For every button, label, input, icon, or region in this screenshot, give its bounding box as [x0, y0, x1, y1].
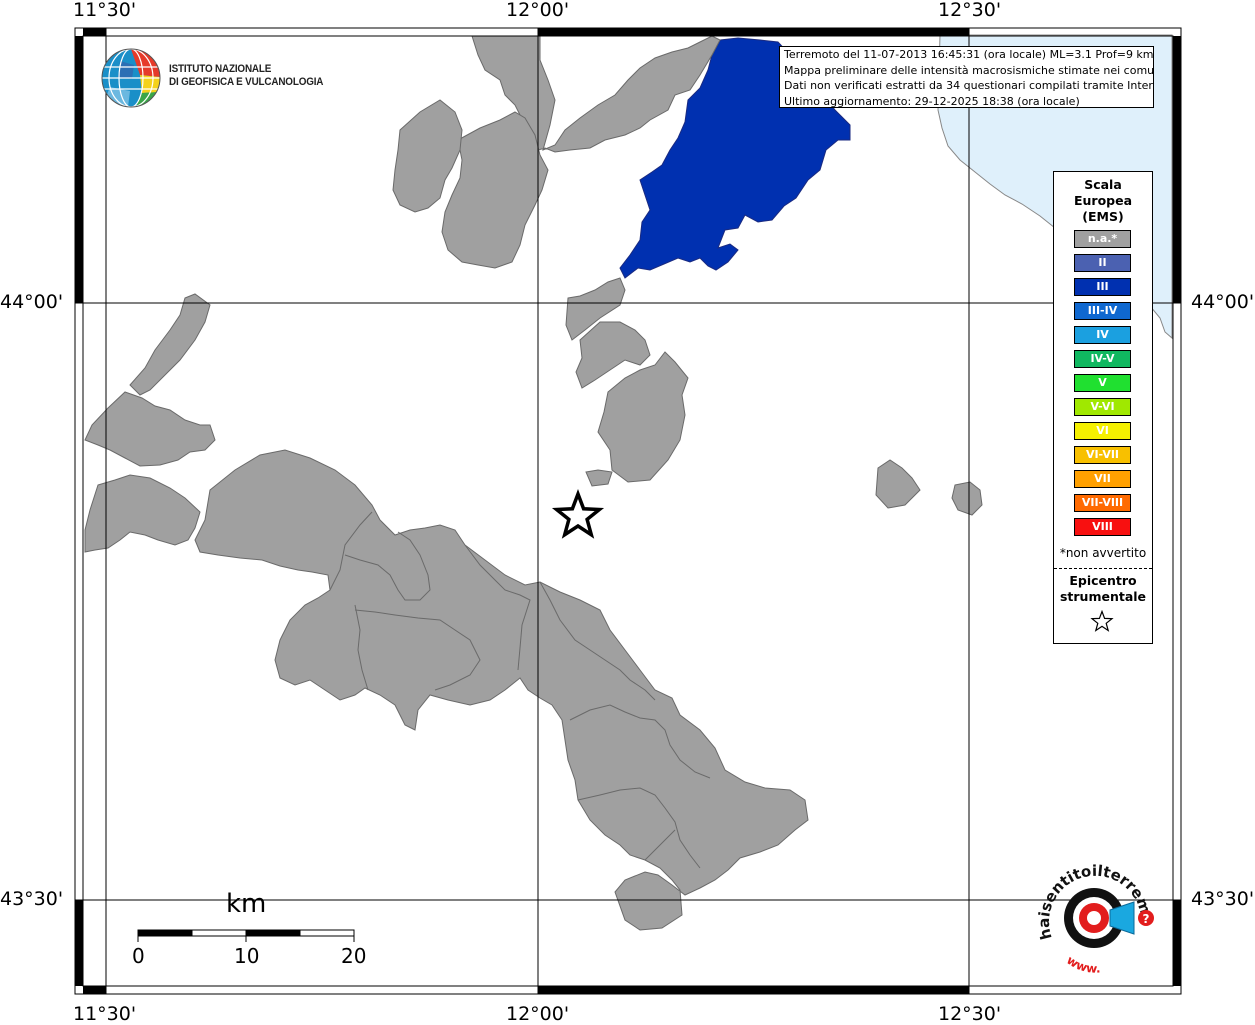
event-info-box: Terremoto del 11-07-2013 16:45:31 (ora l… — [779, 46, 1154, 108]
scale-tick-10: 10 — [234, 944, 260, 968]
ingv-logo-text: ISTITUTO NAZIONALE DI GEOFISICA E VULCAN… — [169, 63, 323, 89]
haisentito-logo-prefix: www. — [1064, 953, 1101, 976]
legend-item: IV — [1074, 326, 1131, 344]
haisentito-logo-icon: haisentitoilterremoto.it www. ? — [1036, 862, 1154, 976]
legend-item: II — [1074, 254, 1131, 272]
legend-item: V-VI — [1074, 398, 1131, 416]
legend-item: V — [1074, 374, 1131, 392]
legend-star-icon — [1090, 610, 1114, 632]
legend-item: VIII — [1074, 518, 1131, 536]
legend-title-line-1: Scala — [1084, 177, 1122, 192]
legend-epicenter-label: Epicentro strumentale — [1054, 573, 1152, 605]
lon-label-bottom-1230: 12°30' — [938, 1003, 1002, 1025]
legend-title: Scala Europea (EMS) — [1054, 177, 1152, 225]
legend-item: n.a.* — [1074, 230, 1131, 248]
ingv-logo-line-2: DI GEOFISICA E VULCANOLOGIA — [169, 76, 324, 88]
legend-title-line-2: Europea — [1073, 193, 1133, 208]
ems-legend: Scala Europea (EMS) n.a.* II III III-IV IV IV… — [1053, 171, 1153, 644]
legend-separator — [1054, 568, 1152, 569]
lat-label-left-4330: 43°30' — [0, 888, 64, 910]
legend-item: III-IV — [1074, 302, 1131, 320]
scale-bar — [137, 929, 355, 942]
scale-bar-title: km — [226, 889, 267, 919]
epicenter-star-icon — [551, 489, 605, 539]
lon-label-top-1130: 11°30' — [73, 0, 137, 21]
legend-note: *non avvertito — [1059, 546, 1147, 560]
ingv-globe-icon — [101, 48, 161, 108]
lon-label-bottom-1130: 11°30' — [73, 1003, 137, 1025]
event-info-line-3: Dati non verificati estratti da 34 quest… — [784, 79, 1154, 92]
scale-tick-0: 0 — [132, 944, 145, 968]
svg-text:?: ? — [1143, 912, 1150, 926]
lat-label-left-4400: 44°00' — [0, 291, 64, 313]
legend-epicenter-line-2: strumentale — [1059, 589, 1147, 604]
legend-item: VI — [1074, 422, 1131, 440]
legend-item: VI-VII — [1074, 446, 1131, 464]
legend-item: VII — [1074, 470, 1131, 488]
event-info-line-2: Mappa preliminare delle intensità macros… — [784, 63, 1154, 77]
ingv-logo-line-1: ISTITUTO NAZIONALE — [169, 63, 272, 75]
lat-label-right-4400: 44°00' — [1191, 291, 1255, 313]
svg-text:www.: www. — [1064, 953, 1101, 976]
lon-label-top-1230: 12°30' — [938, 0, 1002, 21]
lon-label-top-1200: 12°00' — [506, 0, 570, 21]
legend-epicenter-line-1: Epicentro — [1069, 573, 1137, 588]
lon-label-bottom-1200: 12°00' — [506, 1003, 570, 1025]
event-info-line-1: Terremoto del 11-07-2013 16:45:31 (ora l… — [784, 48, 1154, 61]
scale-tick-20: 20 — [341, 944, 367, 968]
legend-item: IV-V — [1074, 350, 1131, 368]
not-felt-areas — [84, 35, 983, 931]
legend-item: III — [1074, 278, 1131, 296]
legend-title-line-3: (EMS) — [1082, 209, 1124, 224]
lat-label-right-4330: 43°30' — [1191, 888, 1255, 910]
legend-item: VII-VIII — [1074, 494, 1131, 512]
event-info-line-4: Ultimo aggiornamento: 29-12-2025 18:38 (… — [784, 94, 1080, 108]
